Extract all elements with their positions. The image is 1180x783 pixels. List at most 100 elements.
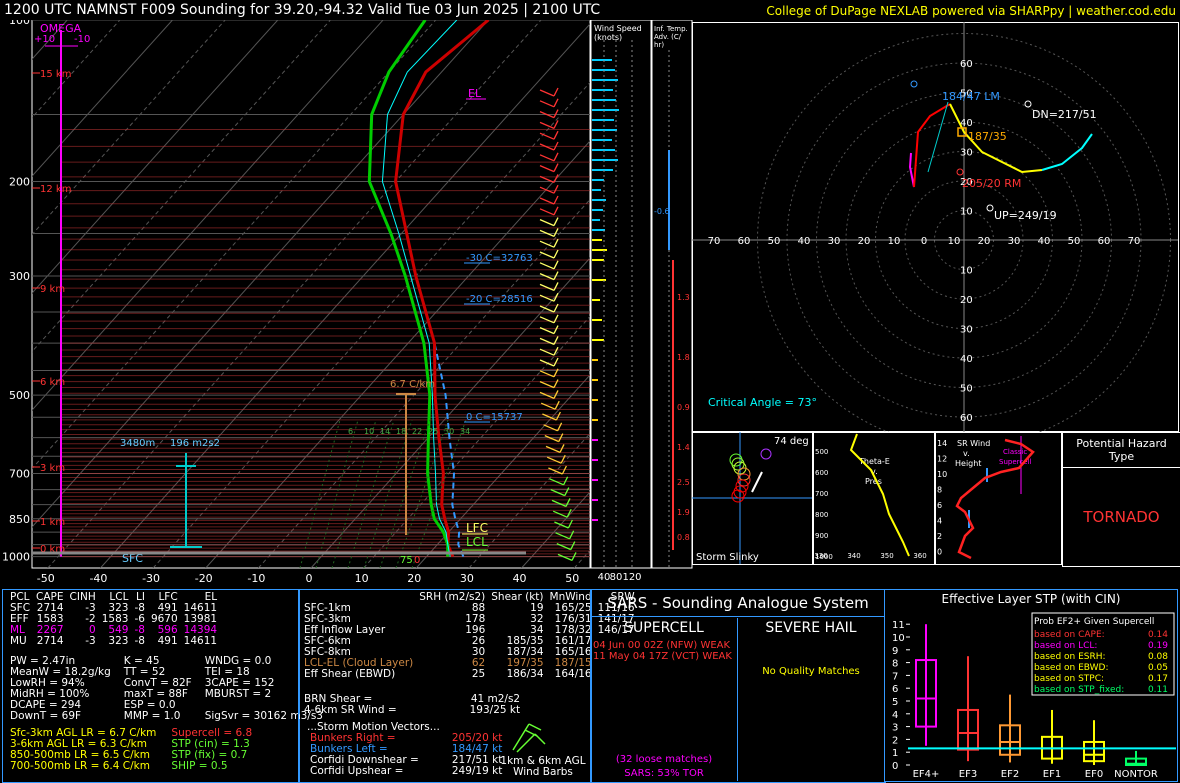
dendritic-label: 14 [380,427,390,436]
omega-tick-label: -10 [74,34,90,45]
lapse-table: Sfc-3km AGL LR = 6.7 C/km Supercell = 6.8… [7,728,264,772]
sr-title-3: Height [955,459,981,468]
ta-title-1: Inf. Temp. [654,25,688,33]
stp-y-label: 6 [892,684,898,695]
hodo-x-label: 40 [1038,236,1051,247]
lapse-cell: SHIP = 0.5 [171,760,228,772]
theta-y-label: 700 [815,490,828,498]
theta-x-label: 340 [847,552,860,560]
parcel-cell: MU [10,635,27,647]
ta-value: 0.8 [677,533,690,542]
temp-label: 30 [460,572,474,585]
parcel-cell: 2714 [36,635,64,647]
ta-value: 1.8 [677,353,690,362]
temp-label: -30 [142,572,160,585]
pressure-label: 1000 [2,551,30,564]
hodo-x-label: 70 [1128,236,1141,247]
wind-speed-units: (knots) [594,33,622,42]
temp-label: 40 [513,572,527,585]
stp-legend-value: 0.19 [1148,641,1168,651]
stp-cat-label: EF3 [959,769,977,780]
pressure-label: 700 [9,468,30,481]
hodo-x-label: 30 [828,236,841,247]
storm-slinky-panel: 74 deg Storm Slinky [692,432,813,565]
lfc-label: LFC [466,521,488,535]
stp-y-label: 9 [892,646,898,657]
stp-y-label: 10 [892,633,905,644]
m30-label: -30 C=32763 [466,253,533,264]
hodo-ring-label: 10 [960,207,973,218]
hodo-x-label: 60 [738,236,751,247]
parcel-cell: 491 [157,635,178,647]
height-label: 6 km [40,377,65,388]
stp-legend-label: based on CAPE: [1034,630,1105,640]
hodo-ring-label: 60 [960,59,973,70]
temp-label: -20 [195,572,213,585]
stp-cat-label: EF1 [1043,769,1061,780]
stp-y-label: 2 [892,735,898,746]
sars-tor: SARS: 53% TOR [624,768,704,779]
stp-y-label: 8 [892,659,898,670]
theta-y-label: 900 [815,532,828,540]
theta-e-panel: 5006007008009001000330 340 350 360Theta-Ev.… [813,432,935,565]
kin-cell: 25 [471,668,486,680]
hodo-x-label: 40 [798,236,811,247]
theta-y-label: 600 [815,469,828,477]
wind-speed-panel: Wind Speed(knots) 40 80 120 [590,20,652,583]
vector-value: 249/19 kt [451,765,503,777]
hodograph-panel[interactable]: 70 60 50 40 30 20 10 0 10 20 30 40 50 60 7010102020303… [692,22,1180,432]
dendritic-label: 6 [348,427,353,436]
stp-y-label: 0 [892,761,898,772]
dendritic-label: 30 [444,427,454,436]
parcel-cell: 323 [108,635,129,647]
hodo-x-label: 70 [708,236,721,247]
stp-legend-title: Prob EF2+ Given Supercell [1034,617,1154,627]
kinematic-panel: SRH (m2/s2) Shear (kt) MnWind SRW SFC-1km 88 1… [298,589,635,783]
stp-title: Effective Layer STP (with CIN) [942,592,1121,606]
pressure-label: 300 [9,270,30,283]
skewt-panel[interactable]: 1002003005007008501000-50 -40 -30 -20 -10 0 10… [0,20,592,588]
sfc-temp-value: 0 [414,555,420,566]
kin-cell: Eff Shear (EBWD) [304,668,396,680]
hodo-ring-label: 40 [960,354,973,365]
stp-legend-value: 0.05 [1148,663,1168,673]
stp-legend-value: 0.11 [1148,685,1168,695]
stp-panel: Effective Layer STP (with CIN)1110987654… [884,589,1178,782]
hodo-x-label: 0 [921,236,927,247]
parcel-cell: -8 [134,635,145,647]
sr-y-label: 2 [937,532,942,541]
stp-legend-label: based on ESRH: [1034,652,1106,662]
hodo-ring-label: 50 [960,384,973,395]
dendritic-label: 22 [412,427,422,436]
hodo-ring-label: 30 [960,148,973,159]
theta-x-label: 360 [913,552,926,560]
sr-y-label: 4 [937,517,942,526]
stp-cat-label: EF4+ [913,769,940,780]
slinky-deg: 74 deg [774,436,809,447]
supercell-title: SUPERCELL [624,620,704,636]
stp-y-label: 4 [892,710,898,721]
wind-speed-tick: 120 [622,572,641,583]
kinematics-table: SRH (m2/s2) Shear (kt) MnWind SRW SFC-1km 88 1… [301,592,638,680]
ta-value: 1.4 [677,443,690,452]
hodo-lm-label: 184/47 LM [942,90,1000,103]
parcel-table: PCL CAPE CINH LCL LI LFC EL SFC 2714 -3 323 -8 491 14… [7,592,220,647]
sr-title-1: SR Wind [957,439,990,448]
kin-cell: 164/16 [554,668,592,680]
pressure-label: 200 [9,176,30,189]
dendritic-label: 34 [460,427,470,436]
ta-title-3: hr) [654,41,664,49]
stp-legend-label: based on EBWD: [1034,663,1109,673]
hazard-title: Potential Hazard Type [1063,433,1180,468]
ta-value: 1.9 [677,508,690,517]
height-label: 9 km [40,284,65,295]
vector-table: Bunkers Right = 205/20 kt Bunkers Left = 18… [307,733,505,777]
height-label: 1 km [40,517,65,528]
sr-title-2: v. [963,449,970,458]
hodo-x-label: 50 [768,236,781,247]
kin-cell: 186/34 [506,668,544,680]
hodo-x-label: 30 [1008,236,1021,247]
w46-value: 193/25 kt [469,704,521,716]
ta-value: 2.5 [677,478,690,487]
el-label: EL [468,87,482,100]
